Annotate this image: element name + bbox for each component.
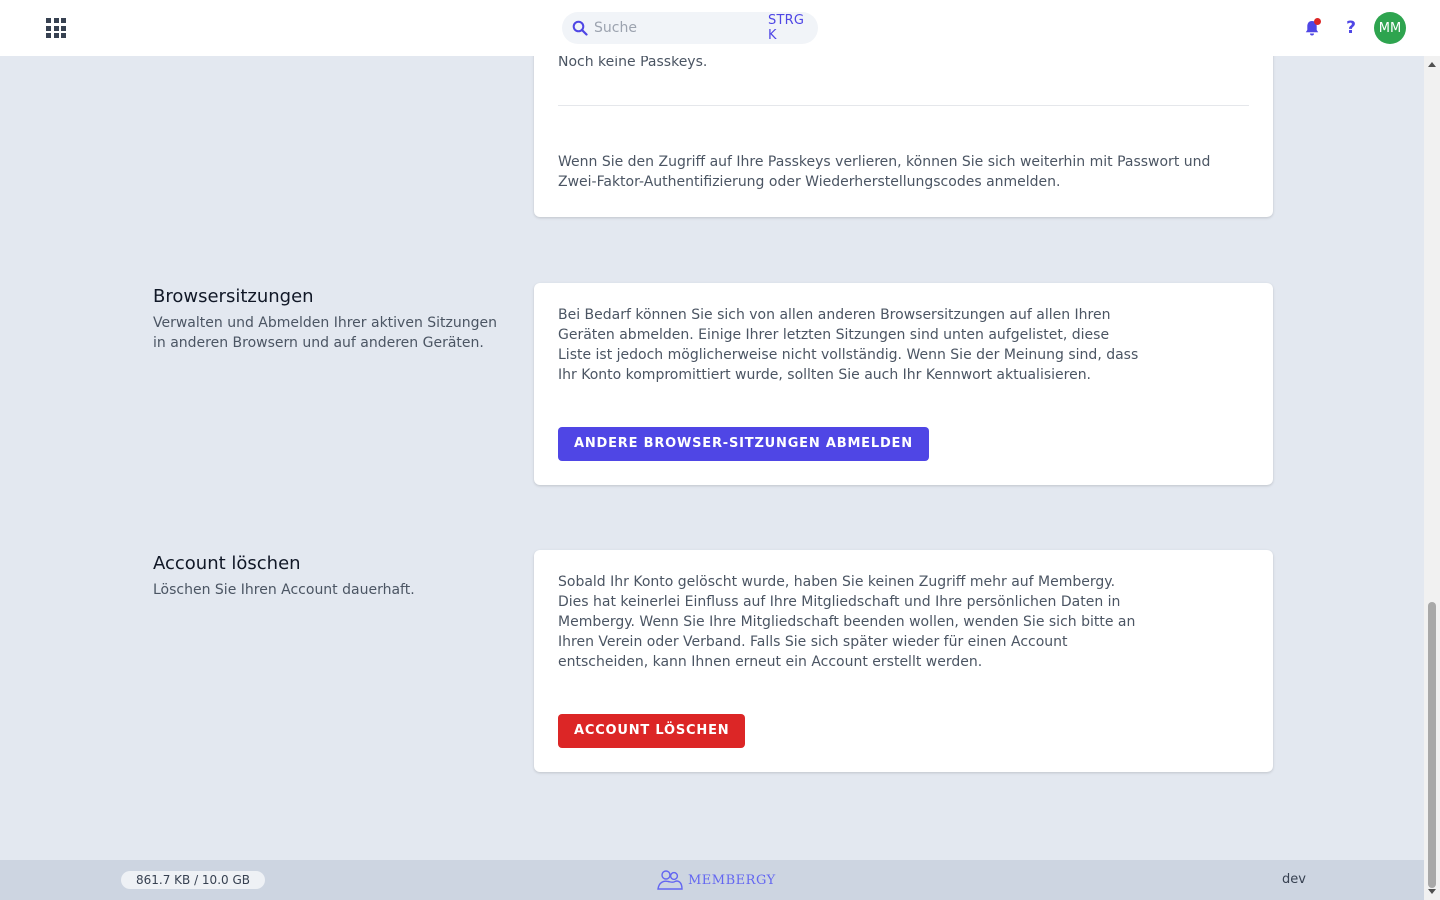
search-shortcut-hint: STRG K bbox=[768, 13, 805, 43]
delete-account-button[interactable]: ACCOUNT LÖSCHEN bbox=[558, 714, 746, 748]
top-bar: STRG K ? MM bbox=[0, 0, 1440, 56]
notifications-button[interactable] bbox=[1302, 18, 1322, 38]
grid-icon[interactable] bbox=[44, 16, 68, 40]
divider bbox=[558, 105, 1249, 106]
logout-other-sessions-button[interactable]: ANDERE BROWSER-SITZUNGEN ABMELDEN bbox=[558, 427, 929, 461]
browser-sessions-text: Bei Bedarf können Sie sich von allen and… bbox=[558, 307, 1139, 383]
brand-name: MEMBERGY bbox=[688, 872, 776, 888]
browser-sessions-section: Browsersitzungen Verwalten und Abmelden … bbox=[153, 285, 513, 353]
scroll-up-arrow[interactable] bbox=[1428, 62, 1436, 67]
delete-account-text: Sobald Ihr Konto gelöscht wurde, haben S… bbox=[558, 574, 1136, 670]
delete-account-section: Account löschen Löschen Sie Ihren Accoun… bbox=[153, 552, 513, 600]
notification-badge bbox=[1314, 18, 1321, 25]
help-button[interactable]: ? bbox=[1343, 16, 1359, 40]
search-icon bbox=[572, 20, 588, 36]
scroll-down-arrow[interactable] bbox=[1428, 889, 1436, 894]
delete-account-card: Sobald Ihr Konto gelöscht wurde, haben S… bbox=[534, 550, 1273, 772]
search-bar[interactable]: STRG K bbox=[562, 12, 818, 44]
page-scrollbar[interactable] bbox=[1424, 56, 1440, 900]
membergy-logo-icon bbox=[657, 870, 683, 890]
environment-label: dev bbox=[1282, 872, 1306, 887]
passkeys-info-text: Wenn Sie den Zugriff auf Ihre Passkeys v… bbox=[558, 154, 1211, 190]
passkeys-card: Noch keine Passkeys. Wenn Sie den Zugrif… bbox=[534, 40, 1273, 217]
section-title: Account löschen bbox=[153, 553, 301, 574]
section-description: Verwalten und Abmelden Ihrer aktiven Sit… bbox=[153, 315, 498, 351]
brand-logo: MEMBERGY bbox=[656, 869, 776, 891]
section-title: Browsersitzungen bbox=[153, 286, 314, 307]
scroll-thumb[interactable] bbox=[1428, 602, 1436, 888]
browser-sessions-card: Bei Bedarf können Sie sich von allen and… bbox=[534, 283, 1273, 485]
search-input[interactable] bbox=[594, 20, 768, 36]
footer: 861.7 KB / 10.0 GB MEMBERGY dev bbox=[0, 860, 1424, 900]
storage-usage: 861.7 KB / 10.0 GB bbox=[121, 871, 265, 889]
section-description: Löschen Sie Ihren Account dauerhaft. bbox=[153, 582, 415, 598]
avatar[interactable]: MM bbox=[1374, 12, 1406, 44]
